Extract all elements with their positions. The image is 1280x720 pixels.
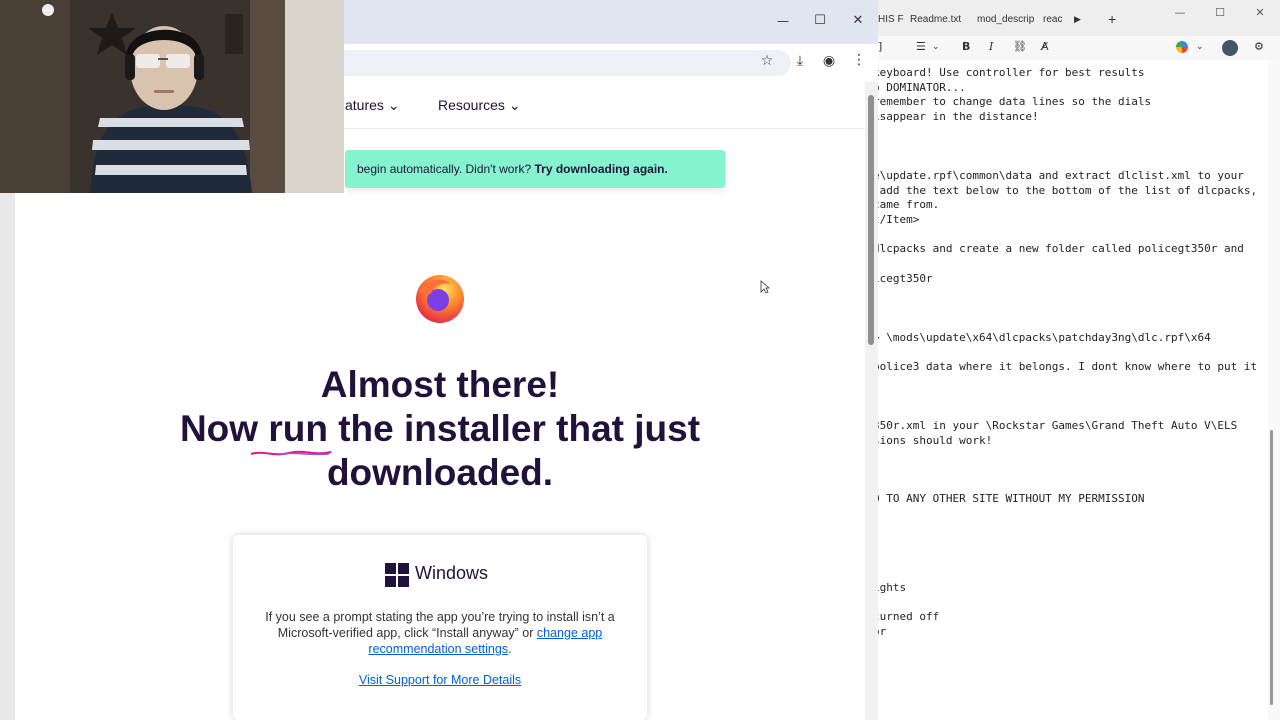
- notepad-text-line: add the text below to the bottom of the …: [873, 183, 1258, 197]
- notepad-text-line: sions should work!: [873, 433, 993, 447]
- notepad-text-line: 350r.xml in your \Rockstar Games\Grand T…: [873, 418, 1238, 432]
- maximize-icon[interactable]: ☐: [808, 13, 832, 28]
- notepad-text-line: keyboard! Use controller for best result…: [873, 66, 1145, 79]
- notepad-text-line: > \mods\update\x64\dlcpacks\patchday3ng\…: [873, 330, 1211, 344]
- notepad-text-line: isappear in the distance!: [873, 110, 1039, 124]
- bold-button[interactable]: B: [962, 40, 970, 53]
- visit-support-link[interactable]: Visit Support for More Details: [233, 673, 647, 687]
- notepad-text-line: O TO ANY OTHER SITE WITHOUT MY PERMISSIO…: [873, 492, 1145, 506]
- notice-text: begin automatically. Didn't work? Try do…: [357, 162, 668, 176]
- headline-line-2: Now run the installer that just: [179, 408, 701, 449]
- copilot-chevron-icon[interactable]: ⌄: [1196, 42, 1204, 52]
- close-icon[interactable]: ✕: [1250, 6, 1270, 19]
- address-bar[interactable]: ☆: [335, 50, 791, 76]
- download-notice: begin automatically. Didn't work? Try do…: [345, 150, 725, 188]
- chevron-down-icon: ⌄: [508, 97, 521, 113]
- windows-instructions-card: Windows If you see a prompt stating the …: [233, 535, 647, 720]
- notepad-text-line: icegt350r: [873, 271, 933, 285]
- play-icon[interactable]: ▶: [1074, 14, 1081, 25]
- try-downloading-again-link[interactable]: Try downloading again.: [535, 162, 668, 176]
- notepad-text-line: t/Item>: [873, 213, 920, 226]
- notepad-text-line: police3 data where it belongs. I dont kn…: [873, 360, 1258, 373]
- notepad-text-line: remember to change data lines so the dia…: [873, 95, 1152, 109]
- menu-icon[interactable]: ⋮: [847, 52, 871, 68]
- windows-title: Windows: [415, 563, 489, 583]
- windows-instructions: If you see a prompt stating the app you’…: [263, 609, 617, 657]
- nav-resources-label: Resources: [438, 97, 505, 113]
- bookmark-star-icon[interactable]: ☆: [755, 53, 779, 69]
- decorative-squiggle: [250, 450, 332, 456]
- headline-line-3: downloaded.: [326, 452, 554, 493]
- notepad-tab-readme[interactable]: Readme.txt: [910, 14, 961, 25]
- chevron-down-icon: ⌄: [387, 97, 400, 113]
- heading-menu[interactable]: ]: [878, 40, 882, 53]
- link-icon[interactable]: ⛓: [1013, 40, 1027, 53]
- webcam-overlay: [0, 0, 344, 193]
- clear-format-icon[interactable]: A̸: [1041, 40, 1049, 53]
- minimize-icon[interactable]: —: [771, 14, 795, 28]
- mouse-cursor: [760, 280, 770, 294]
- minimize-icon[interactable]: —: [1170, 6, 1190, 19]
- list-chevron-icon[interactable]: ⌄: [932, 42, 940, 52]
- background-window-edge: [0, 190, 15, 720]
- notepad-text-line: e\update.rpf\common\data and extract dlc…: [873, 168, 1244, 182]
- notice-message: begin automatically. Didn't work?: [357, 162, 532, 176]
- copilot-icon[interactable]: [1176, 41, 1188, 53]
- list-icon[interactable]: ☰: [916, 40, 926, 53]
- maximize-icon[interactable]: ☐: [1210, 6, 1230, 19]
- nav-features[interactable]: atures ⌄: [345, 97, 400, 114]
- gear-icon[interactable]: ⚙: [1254, 40, 1264, 53]
- nav-features-label: atures: [345, 97, 384, 113]
- nav-resources[interactable]: Resources ⌄: [438, 97, 521, 114]
- notepad-tab-mod-description[interactable]: mod_descrip: [977, 14, 1034, 25]
- italic-button[interactable]: I: [989, 40, 993, 53]
- download-icon[interactable]: ⤓: [788, 53, 812, 69]
- notepad-tab[interactable]: HIS F: [878, 14, 904, 25]
- close-icon[interactable]: ✕: [846, 13, 870, 28]
- windows-instructions-period: .: [508, 642, 512, 656]
- notepad-text-line: came from.: [873, 198, 940, 212]
- new-tab-button[interactable]: +: [1108, 11, 1116, 27]
- notepad-text-line: o DOMINATOR...: [873, 80, 966, 94]
- headline-line-1: Almost there!: [320, 364, 560, 405]
- notepad-tab-readme-2[interactable]: reac: [1043, 14, 1062, 25]
- avatar[interactable]: [1222, 40, 1238, 56]
- firefox-logo: [416, 275, 464, 323]
- windows-logo-icon: [385, 563, 409, 587]
- notepad-text-line: dlcpacks and create a new folder called …: [873, 242, 1244, 256]
- account-icon[interactable]: ◉: [817, 53, 841, 69]
- notepad-scrollbar-thumb[interactable]: [1270, 430, 1273, 705]
- notepad-text-line: turned off: [873, 609, 940, 623]
- browser-scrollbar-thumb[interactable]: [868, 95, 874, 345]
